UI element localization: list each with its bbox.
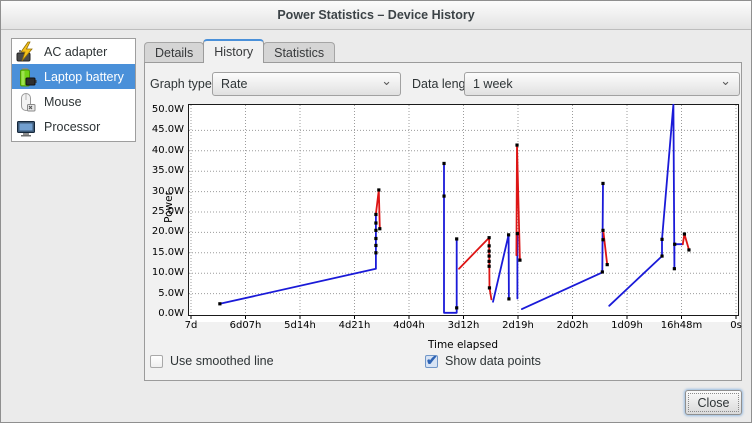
smoothed-line-option: Use smoothed line [150, 354, 274, 368]
y-tick-label: 40.0W [146, 145, 184, 156]
y-tick-label: 45.0W [146, 124, 184, 135]
processor-icon [15, 116, 37, 138]
y-tick-label: 5.0W [146, 288, 184, 299]
x-tick-label: 2d19h [493, 320, 543, 331]
x-tick-label: 4d04h [384, 320, 434, 331]
ac-adapter-icon [15, 41, 37, 63]
x-tick-label: 16h48m [657, 320, 707, 331]
x-axis-title: Time elapsed [403, 339, 523, 351]
y-tick-label: 35.0W [146, 165, 184, 176]
data-points-option: Show data points [425, 354, 541, 368]
device-item-processor[interactable]: Processor [12, 114, 135, 139]
chart-svg [188, 104, 739, 322]
x-tick-label: 2d02h [548, 320, 598, 331]
y-tick-label: 25.0W [146, 206, 184, 217]
device-item-label: Laptop battery [44, 70, 124, 84]
graph-type-value: Rate [221, 77, 381, 91]
close-button[interactable]: Close [685, 390, 742, 415]
tab-statistics[interactable]: Statistics [263, 42, 335, 63]
notebook-tabs: Details History Statistics [144, 39, 334, 63]
x-tick-label: 7d [166, 320, 216, 331]
x-tick-label: 5d14h [275, 320, 325, 331]
data-length-combobox[interactable]: 1 week ⌄ [464, 72, 740, 96]
y-tick-label: 10.0W [146, 267, 184, 278]
tab-history[interactable]: History [203, 39, 264, 63]
x-tick-label: 6d07h [221, 320, 271, 331]
y-tick-label: 20.0W [146, 226, 184, 237]
mouse-icon [15, 91, 37, 113]
x-tick-label: 4d21h [330, 320, 380, 331]
graph-type-label: Graph type: [150, 77, 215, 91]
use-smoothed-line-label: Use smoothed line [170, 354, 274, 368]
chevron-down-icon: ⌄ [381, 77, 392, 85]
use-smoothed-line-checkbox[interactable] [150, 355, 163, 368]
history-tab-page: Graph type: Rate ⌄ Data length: 1 week ⌄… [144, 62, 742, 381]
power-statistics-window: Power Statistics – Device History AC ada… [0, 0, 752, 423]
device-item-label: Processor [44, 120, 100, 134]
y-tick-label: 50.0W [146, 104, 184, 115]
show-data-points-label: Show data points [445, 354, 541, 368]
y-tick-label: 0.0W [146, 308, 184, 319]
battery-icon [15, 66, 37, 88]
window-title: Power Statistics – Device History [277, 8, 474, 22]
x-tick-label: 3d12h [439, 320, 489, 331]
x-tick-label: 1d09h [602, 320, 652, 331]
device-item-label: AC adapter [44, 45, 107, 59]
device-item-mouse[interactable]: Mouse [12, 89, 135, 114]
tab-details[interactable]: Details [144, 42, 204, 63]
x-tick-label: 0s [711, 320, 752, 331]
y-tick-label: 15.0W [146, 247, 184, 258]
device-item-label: Mouse [44, 95, 82, 109]
device-list: AC adapter Laptop battery Mouse [11, 38, 136, 142]
chevron-down-icon: ⌄ [720, 77, 731, 85]
show-data-points-checkbox[interactable] [425, 355, 438, 368]
data-length-value: 1 week [473, 77, 720, 91]
titlebar[interactable]: Power Statistics – Device History [1, 1, 751, 30]
device-item-ac-adapter[interactable]: AC adapter [12, 39, 135, 64]
graph-type-combobox[interactable]: Rate ⌄ [212, 72, 401, 96]
device-item-laptop-battery[interactable]: Laptop battery [12, 64, 135, 89]
y-tick-label: 30.0W [146, 186, 184, 197]
